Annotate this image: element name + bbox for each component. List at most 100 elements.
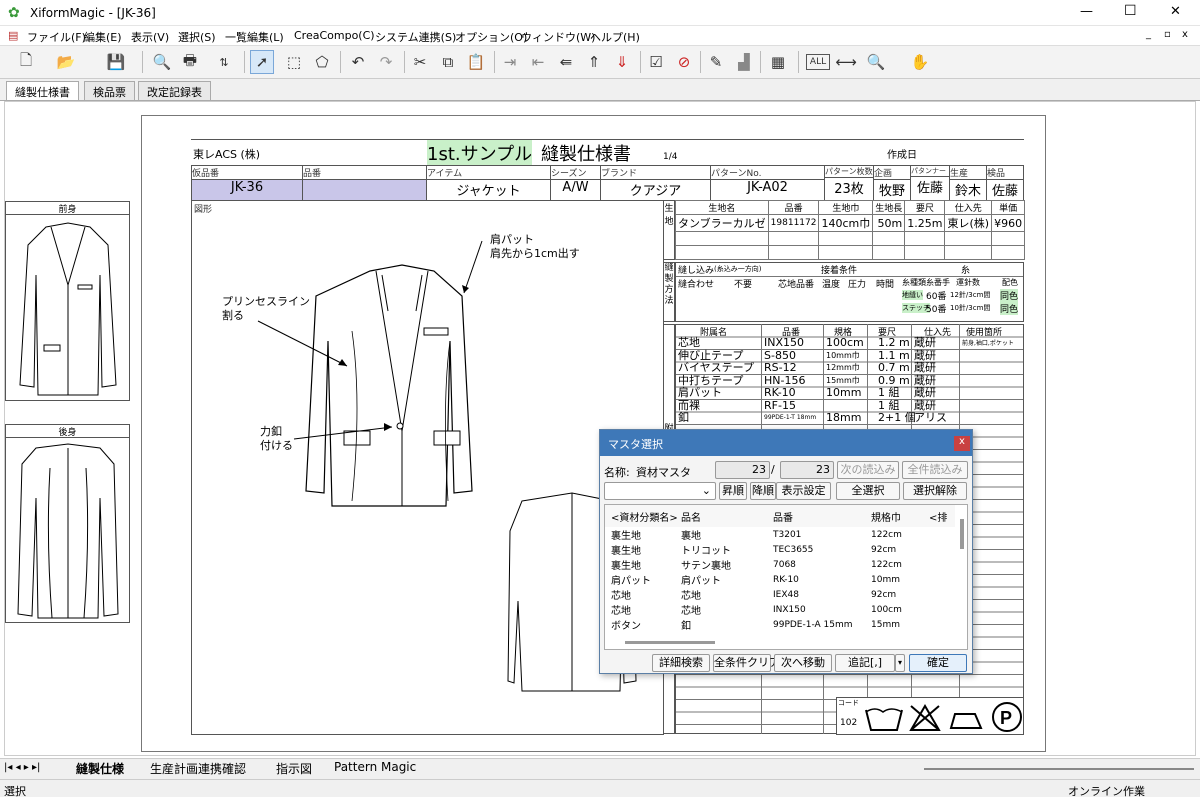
list-item[interactable]: 0.9 m: [878, 374, 910, 387]
list-item[interactable]: 中打ちテープ: [678, 374, 743, 387]
calculator-icon[interactable]: ▦: [766, 50, 790, 74]
list-item[interactable]: RK-10: [764, 386, 796, 399]
ascending-button[interactable]: 昇順: [719, 482, 747, 500]
column-header[interactable]: 規格巾: [871, 505, 929, 527]
back-thumbnail[interactable]: 後身: [5, 424, 130, 623]
stamp-icon[interactable]: ⊘: [672, 50, 696, 74]
list-item[interactable]: 蔵研: [914, 399, 936, 412]
list-item[interactable]: 1.2 m: [878, 336, 910, 349]
shape-select-icon[interactable]: ⬠: [310, 50, 334, 74]
sewing-cell[interactable]: 同色: [1000, 302, 1019, 315]
tab-sewing-spec[interactable]: 縫製仕様書: [6, 81, 79, 100]
count-total-field[interactable]: 23: [780, 461, 834, 479]
fabric-cell[interactable]: 50m: [872, 214, 906, 232]
list-item[interactable]: RS-12: [764, 361, 797, 374]
sort-icon[interactable]: ⇅: [212, 50, 236, 74]
confirm-button[interactable]: 確定: [909, 654, 967, 672]
list-item[interactable]: 蔵研: [914, 349, 936, 362]
table-row[interactable]: 芯地 芯地 IEX48 92cm: [605, 587, 955, 603]
fabric-cell[interactable]: 東レ(株): [944, 214, 993, 232]
preview-icon[interactable]: 🔍: [150, 50, 174, 74]
fabric-cell[interactable]: 140cm巾: [818, 214, 874, 232]
sewing-cell[interactable]: 50番: [926, 302, 946, 315]
detail-search-button[interactable]: 詳細検索: [652, 654, 710, 672]
table-row[interactable]: 裏生地 サテン裏地 7068 122cm: [605, 557, 955, 573]
check-icon[interactable]: ☑: [644, 50, 668, 74]
menu-window[interactable]: ウィンドウ(W): [521, 29, 595, 45]
cut-icon[interactable]: ✂: [408, 50, 432, 74]
count-loaded-field[interactable]: 23: [715, 461, 770, 479]
list-item[interactable]: 而裸: [678, 399, 700, 412]
front-thumbnail[interactable]: 前身: [5, 201, 130, 401]
list-item[interactable]: 0.7 m: [878, 361, 910, 374]
list-item[interactable]: RF-15: [764, 399, 796, 412]
open-folder-icon[interactable]: 📂: [54, 50, 78, 74]
list-item[interactable]: 1 組: [878, 399, 900, 412]
mdi-min-button[interactable]: _: [1146, 29, 1151, 40]
display-settings-button[interactable]: 表示設定: [776, 482, 831, 500]
new-doc-icon[interactable]: 🗋: [14, 50, 38, 74]
tab-nav-icon[interactable]: |◂ ◂ ▸ ▸|: [4, 762, 40, 773]
pattern-count-cell[interactable]: パターン枚数 23枚: [824, 165, 874, 201]
lasso-icon[interactable]: ⬚: [282, 50, 306, 74]
redo-icon[interactable]: ↷: [374, 50, 398, 74]
sewing-cell[interactable]: 同色: [1000, 289, 1019, 302]
append-dropdown-icon[interactable]: ▾: [895, 654, 905, 672]
sort-field-select[interactable]: ⌄: [604, 482, 716, 500]
select-all-button[interactable]: 全選択: [836, 482, 900, 500]
column-header[interactable]: 品名: [681, 505, 773, 527]
list-vertical-scrollbar[interactable]: [960, 519, 964, 549]
list-item[interactable]: 伸び止テープ: [678, 349, 743, 362]
list-item[interactable]: 肩パット: [678, 386, 722, 399]
fabric-cell[interactable]: ¥960: [991, 214, 1026, 232]
close-button[interactable]: ✕: [1170, 4, 1181, 19]
append-button[interactable]: 追記[,]: [835, 654, 895, 672]
list-item[interactable]: 15mm巾: [826, 376, 860, 385]
move-next-button[interactable]: 次へ移動: [774, 654, 832, 672]
menu-creacompo[interactable]: CreaCompo(C): [294, 29, 375, 42]
list-item[interactable]: 18mm: [826, 411, 861, 424]
hand-icon[interactable]: ✋: [908, 50, 932, 74]
minimize-button[interactable]: —: [1080, 4, 1093, 19]
fabric-cell[interactable]: 1.25m: [904, 214, 946, 232]
print-icon[interactable]: 🖶: [178, 50, 202, 74]
list-item[interactable]: 蔵研: [914, 336, 936, 349]
save-icon[interactable]: 💾: [104, 50, 128, 74]
load-next-button[interactable]: 次の読込み: [837, 461, 899, 479]
kikaku-cell[interactable]: 企画 牧野: [873, 165, 911, 201]
insert-row-icon[interactable]: ⇥: [498, 50, 522, 74]
clear-conditions-button[interactable]: 全条件クリア: [713, 654, 780, 672]
load-all-button[interactable]: 全件読込み: [902, 461, 968, 479]
deselect-button[interactable]: 選択解除: [903, 482, 967, 500]
sewing-cell[interactable]: 10針/3cm間: [950, 303, 990, 313]
menu-file[interactable]: ファイル(F): [27, 29, 86, 45]
maximize-button[interactable]: ☐: [1124, 3, 1137, 19]
spell-icon[interactable]: ✎: [704, 50, 728, 74]
descending-button[interactable]: 降順: [750, 482, 776, 500]
zoom-icon[interactable]: 🔍: [864, 50, 888, 74]
up-icon[interactable]: ⇑: [582, 50, 606, 74]
seisan-cell[interactable]: 生産 鈴木: [949, 165, 987, 201]
merge-icon[interactable]: ⇚: [554, 50, 578, 74]
sewing-cell[interactable]: 12針/3cm間: [950, 290, 990, 300]
brand-cell[interactable]: ブランド クアジア: [600, 165, 711, 201]
paste-icon[interactable]: 📋: [464, 50, 488, 74]
list-item[interactable]: 蔵研: [914, 374, 936, 387]
season-cell[interactable]: シーズン A/W: [550, 165, 601, 201]
list-item[interactable]: 12mm巾: [826, 363, 860, 372]
list-item[interactable]: 2+1 個: [878, 411, 916, 424]
table-row[interactable]: 裏生地 裏地 T3201 122cm: [605, 527, 955, 543]
copy-icon[interactable]: ⧉: [436, 50, 460, 74]
pointer-icon[interactable]: ➚: [250, 50, 274, 74]
mdi-restore-button[interactable]: ▫: [1164, 29, 1171, 40]
list-item[interactable]: 1 組: [878, 386, 900, 399]
hinban-cell[interactable]: 品番: [302, 165, 427, 201]
master-list[interactable]: <資材分類名> 品名 品番 規格巾 <排 裏生地 裏地 T3201 122cm 裏生地…: [604, 504, 968, 650]
list-item[interactable]: アリス: [914, 411, 947, 424]
menu-edit[interactable]: 編集(E): [84, 29, 122, 45]
karihin-cell[interactable]: 仮品番 JK-36: [191, 165, 303, 201]
list-item[interactable]: バイヤステープ: [678, 361, 754, 374]
sheet-tab-production[interactable]: 生産計画連携確認: [150, 760, 246, 777]
item-cell[interactable]: アイテム ジャケット: [426, 165, 551, 201]
chart-icon[interactable]: ▟: [732, 50, 756, 74]
